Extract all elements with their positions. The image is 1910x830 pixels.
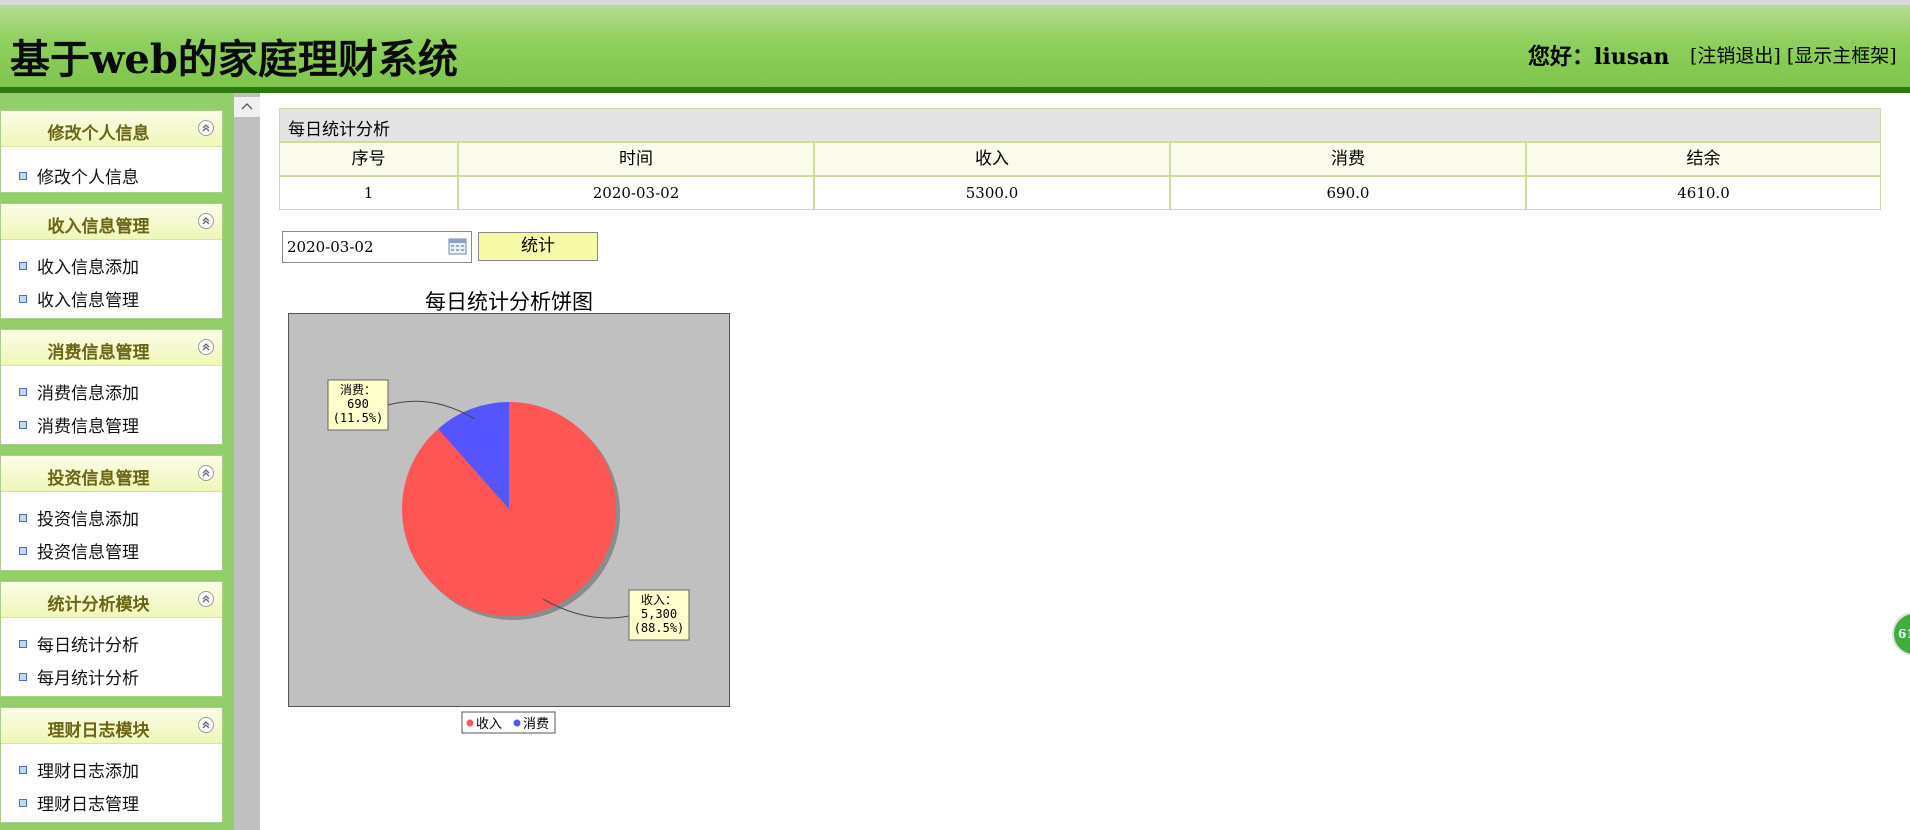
sidebar-panel-header[interactable]: 消费信息管理 [1,330,222,366]
chart-title: 每日统计分析饼图 [425,290,593,314]
bullet-icon [19,673,27,681]
sidebar-item-label: 每日统计分析 [37,636,139,656]
sidebar-panel: 统计分析模块每日统计分析 每月统计分析 [0,581,223,697]
table-cell: 4610.0 [1526,176,1881,210]
bullet-icon [19,388,27,396]
slice-label-text: 690 [347,397,369,411]
bullet-icon [19,766,27,774]
sidebar-panel-title: 投资信息管理 [47,469,150,489]
sidebar-panel-title: 收入信息管理 [47,217,150,237]
show-main-frame-link[interactable]: [显示主框架] [1787,45,1897,67]
sidebar-item[interactable]: 消费信息管理 [19,412,139,437]
sidebar-panel: 消费信息管理 消费信息添加 消费信息管理 [0,329,223,445]
sidebar-item-label: 收入信息管理 [37,291,139,311]
sidebar-panel: 投资信息管理 投资信息添加 投资信息管理 [0,455,223,571]
collapse-icon[interactable] [198,591,214,607]
pie-chart: 收入：5,300(88.5%) 消费：690(11.5%) 收入 消费 [288,313,730,734]
bullet-icon [19,262,27,270]
slice-label-text: 消费： [340,383,376,397]
sidebar-item[interactable]: 每日统计分析 [19,631,139,656]
bullet-icon [19,799,27,807]
collapse-icon[interactable] [198,213,214,229]
date-input[interactable] [282,231,472,263]
slice-label-text: 5,300 [641,607,677,621]
sidebar-item-label: 投资信息添加 [37,510,139,530]
sidebar-item[interactable]: 投资信息添加 [19,505,139,530]
sidebar-panel-header[interactable]: 统计分析模块 [1,582,222,618]
user-greeting: 您好：liusan [1528,44,1670,70]
table-header-cell: 消费 [1170,142,1526,176]
sidebar-panel-title: 修改个人信息 [47,124,150,144]
sidebar-panel-header[interactable]: 投资信息管理 [1,456,222,492]
bullet-icon [19,514,27,522]
legend-label: 收入 [476,717,502,732]
sidebar-item[interactable]: 理财日志管理 [19,790,139,815]
table-header-row: 序号 时间 收入 消费 结余 [279,142,1881,176]
table-cell: 690.0 [1170,176,1526,210]
collapse-icon[interactable] [198,339,214,355]
sidebar-item-label: 收入信息添加 [37,258,139,278]
sidebar-panel: 理财日志模块理财日志添加 理财日志管理 [0,707,223,823]
sidebar-item-label: 每月统计分析 [37,669,139,689]
table-cell: 2020-03-02 [458,176,814,210]
sidebar-panel-title: 理财日志模块 [47,721,150,741]
table-caption: 每日统计分析 [279,108,1881,142]
app-title: 基于web的家庭理财系统 [10,36,458,83]
table-cell: 1 [279,176,458,210]
sidebar-item-label: 理财日志添加 [37,762,139,782]
statistics-button[interactable]: 统计 [478,232,598,261]
sidebar-item[interactable]: 收入信息添加 [19,253,139,278]
sidebar-panel: 收入信息管理 收入信息添加 收入信息管理 [0,203,223,319]
legend-label: 消费 [523,717,549,732]
sidebar-item[interactable]: 投资信息管理 [19,538,139,563]
sidebar-panel-header[interactable]: 理财日志模块 [1,708,222,744]
sidebar-item[interactable]: 每月统计分析 [19,664,139,689]
sidebar-item-label: 理财日志管理 [37,795,139,815]
legend-swatch [466,719,474,727]
slice-label-text: 收入： [641,593,677,607]
bullet-icon [19,172,27,180]
sidebar-item[interactable]: 收入信息管理 [19,286,139,311]
calendar-icon[interactable] [448,237,467,256]
table-header-cell: 时间 [458,142,814,176]
header-divider [0,87,1910,93]
sidebar-panel-header[interactable]: 修改个人信息 [1,111,222,147]
floating-badge[interactable]: 61 [1892,612,1910,656]
collapse-icon[interactable] [198,717,214,733]
scroll-up-button[interactable] [234,97,260,117]
table-header-cell: 收入 [814,142,1170,176]
header-bar: 基于web的家庭理财系统 您好：liusan [注销退出] [显示主框架] [0,0,1910,93]
sidebar-panel: 修改个人信息 修改个人信息 [0,110,223,193]
sidebar-item-label: 修改个人信息 [37,168,139,188]
sidebar-item[interactable]: 理财日志添加 [19,757,139,782]
bullet-icon [19,547,27,555]
sidebar-panel-title: 统计分析模块 [47,595,150,615]
table-header-cell: 结余 [1526,142,1881,176]
sidebar-item[interactable]: 修改个人信息 [19,163,139,188]
logout-link[interactable]: [注销退出] [1690,45,1781,67]
sidebar-item-label: 消费信息添加 [37,384,139,404]
bullet-icon [19,421,27,429]
collapse-icon[interactable] [198,120,214,136]
table-cell: 5300.0 [814,176,1170,210]
chevron-up-icon [241,103,253,110]
sidebar-item-label: 投资信息管理 [37,543,139,563]
slice-label-text: (11.5%) [333,411,384,425]
sidebar-toggle-strip [234,93,260,830]
sidebar-panel-title: 消费信息管理 [47,343,150,363]
sidebar-item-label: 消费信息管理 [37,417,139,437]
sidebar: 修改个人信息 修改个人信息 收入信息管理 收入信息添加 收入信息管理 消费信息管理 消费信息… [0,93,234,830]
user-links: [注销退出] [显示主框架] [1690,41,1897,68]
table-row: 1 2020-03-02 5300.0 690.0 4610.0 [279,176,1881,210]
slice-label-text: (88.5%) [634,621,685,635]
sidebar-item[interactable]: 消费信息添加 [19,379,139,404]
bullet-icon [19,295,27,303]
table-header-cell: 序号 [279,142,458,176]
legend-swatch [513,719,521,727]
bullet-icon [19,640,27,648]
sidebar-panel-header[interactable]: 收入信息管理 [1,204,222,240]
collapse-icon[interactable] [198,465,214,481]
